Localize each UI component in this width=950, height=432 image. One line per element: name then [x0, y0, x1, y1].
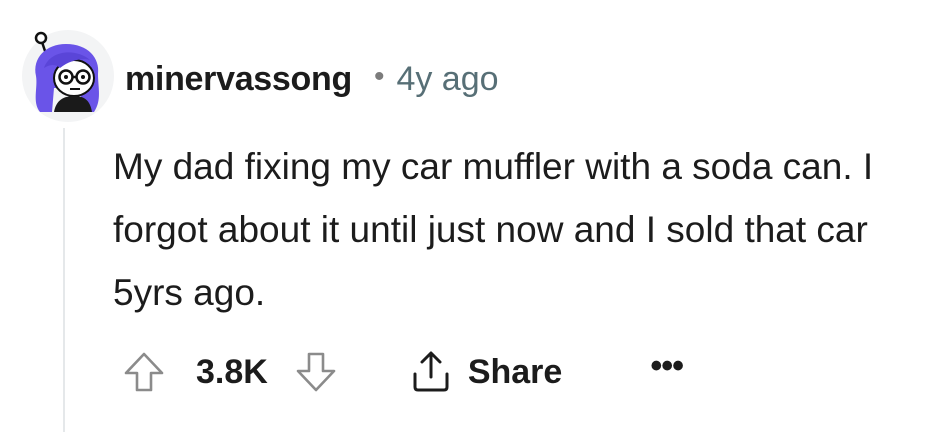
meta-separator: • [373, 60, 385, 93]
thread-line [63, 128, 65, 432]
arrow-up-icon[interactable] [120, 348, 168, 396]
share-icon [413, 351, 449, 392]
share-button[interactable]: Share [406, 347, 563, 397]
avatar[interactable] [20, 28, 116, 124]
author-username[interactable]: minervassong [125, 60, 352, 99]
more-options-icon[interactable]: ••• [650, 347, 684, 386]
vote-score: 3.8K [196, 352, 268, 391]
share-label: Share [467, 352, 563, 391]
comment-body: My dad fixing my car muffler with a soda… [113, 146, 874, 313]
comment-actions: 3.8K Share ••• [120, 342, 684, 402]
arrow-down-icon[interactable] [292, 348, 340, 396]
comment-header: minervassong • 4y ago [125, 56, 499, 102]
comment-timestamp[interactable]: 4y ago [396, 60, 498, 99]
